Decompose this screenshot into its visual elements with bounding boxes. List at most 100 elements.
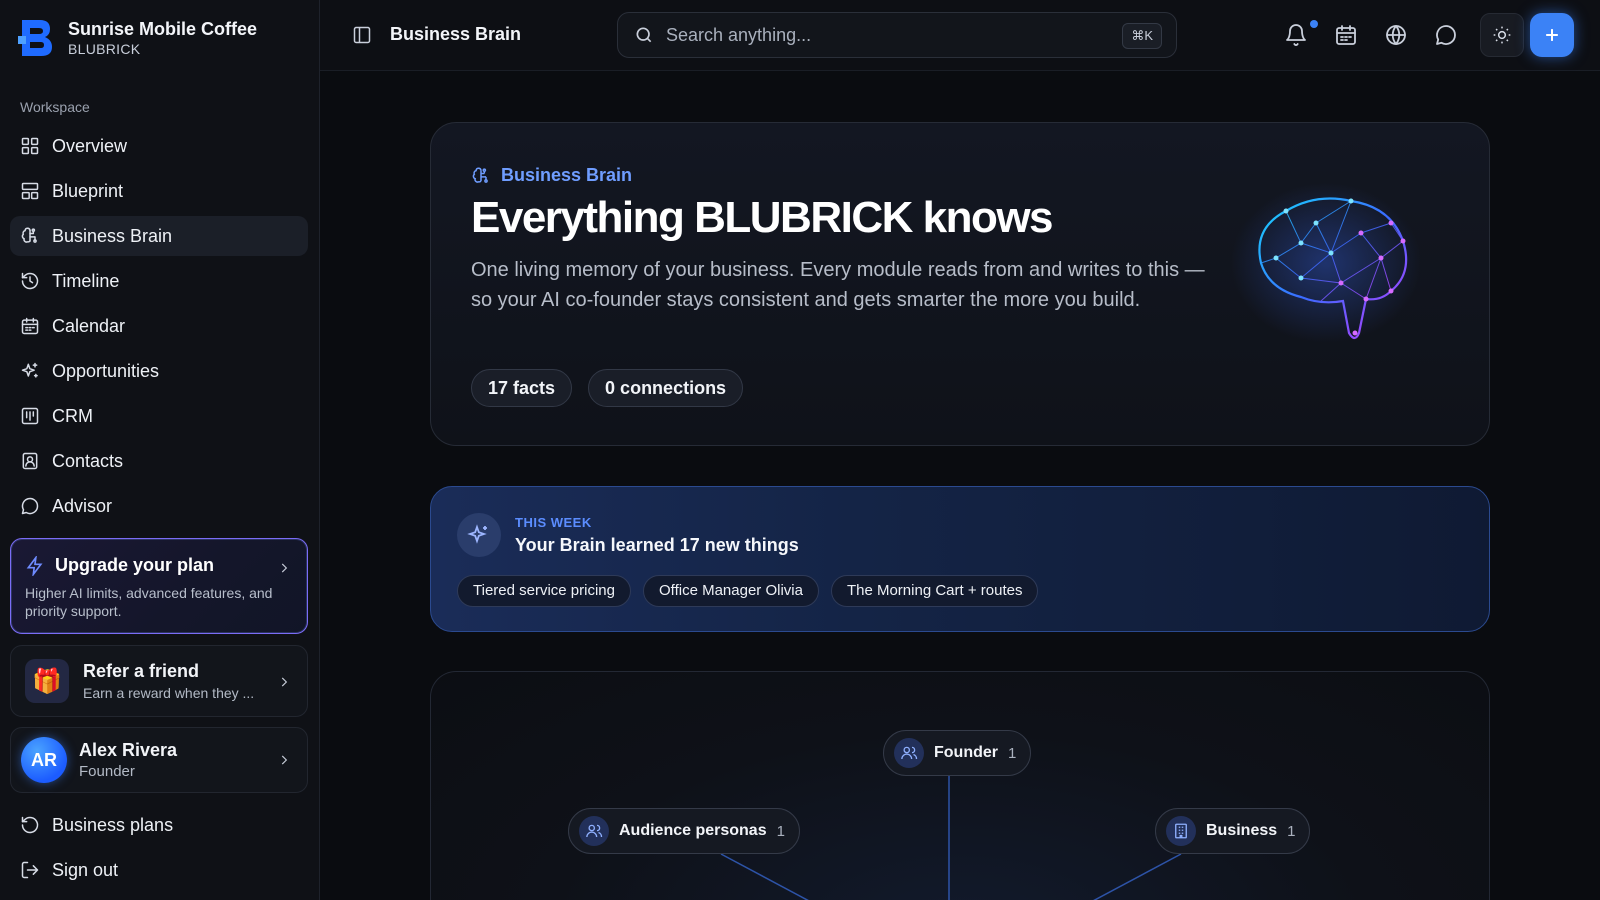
hero-title: Everything BLUBRICK knows [471, 193, 1054, 242]
calendar-icon [21, 317, 39, 335]
upgrade-title-text: Upgrade your plan [55, 555, 215, 575]
graph-node-founder[interactable]: Founder 1 [883, 730, 1032, 776]
graph-node-count: 1 [1287, 822, 1296, 840]
chat-icon[interactable] [1434, 23, 1458, 47]
sidebar-item-label: Advisor [52, 495, 113, 516]
graph-node-label: Audience personas [619, 822, 767, 839]
globe-icon[interactable] [1384, 23, 1408, 47]
sidebar-item-blueprint[interactable]: Blueprint [10, 171, 308, 211]
sidebar: Sunrise Mobile Coffee BLUBRICK Workspace… [0, 0, 320, 900]
layout-icon [21, 182, 39, 200]
main-content: Business Brain Everything BLUBRICK knows… [320, 71, 1600, 900]
sidebar-item-advisor[interactable]: Advisor [10, 486, 308, 526]
building-icon [1166, 816, 1196, 846]
grid-icon [21, 137, 39, 155]
brain-icon [472, 167, 488, 183]
chat-icon [21, 497, 39, 515]
contact-icon [22, 452, 38, 470]
sidebar-item-label: Sign out [52, 859, 119, 880]
connections-count-chip[interactable]: 0 connections [588, 369, 744, 407]
sidebar-item-contacts[interactable]: Contacts [10, 441, 308, 481]
avatar: AR [21, 737, 67, 783]
workspace-name: Sunrise Mobile Coffee [68, 19, 258, 39]
chevron-right-icon [281, 755, 288, 765]
chevron-right-icon [281, 677, 288, 687]
notification-dot [1310, 20, 1318, 28]
sun-icon [1493, 26, 1511, 44]
app-root: Sunrise Mobile Coffee BLUBRICK Workspace… [0, 0, 1600, 900]
search-icon [636, 27, 652, 43]
refer-subtitle: Earn a reward when they ... [83, 685, 255, 701]
chevron-right-icon [281, 563, 288, 573]
upgrade-title: Upgrade your plan [25, 555, 293, 576]
sparkles-icon [457, 513, 501, 557]
users-icon [579, 816, 609, 846]
facts-count-chip[interactable]: 17 facts [471, 369, 573, 407]
sidebar-item-label: Opportunities [52, 360, 160, 381]
hero-tag-label: Business Brain [501, 165, 633, 185]
user-name: Alex Rivera [79, 740, 178, 760]
sidebar-item-label: Business Brain [52, 225, 173, 246]
graph-node-count: 1 [1008, 744, 1017, 762]
theme-toggle-button[interactable] [1480, 13, 1524, 57]
graph-connections [720, 776, 1182, 900]
sidebar-item-label: Overview [52, 135, 128, 156]
learned-item-chip[interactable]: The Morning Cart + routes [830, 575, 1039, 607]
upgrade-plan-card[interactable]: Upgrade your plan Higher AI limits, adva… [10, 538, 308, 634]
plus-icon [1546, 29, 1558, 41]
sidebar-item-overview[interactable]: Overview [10, 126, 308, 166]
user-role: Founder [79, 763, 135, 780]
search-shortcut-badge: ⌘K [1122, 23, 1162, 49]
search-placeholder: Search anything... [666, 24, 812, 45]
graph-node-label: Founder [934, 744, 998, 761]
upgrade-description: Higher AI limits, advanced features, and… [25, 585, 273, 619]
sidebar-item-calendar[interactable]: Calendar [10, 306, 308, 346]
users-icon [894, 738, 924, 768]
calendar-icon[interactable] [1334, 23, 1358, 47]
sidebar-item-label: Blueprint [52, 180, 124, 201]
graph-node-business[interactable]: Business 1 [1155, 808, 1311, 854]
brand-text: Sunrise Mobile Coffee BLUBRICK [68, 18, 257, 58]
brain-hero-card: Business Brain Everything BLUBRICK knows… [430, 122, 1490, 446]
sidebar-item-sign-out[interactable]: Sign out [10, 850, 308, 890]
sidebar-item-label: Contacts [52, 450, 124, 471]
page-title: Business Brain [390, 24, 522, 44]
refer-title: Refer a friend [83, 661, 200, 681]
learned-item-chip[interactable]: Office Manager Olivia [643, 575, 819, 607]
graph-node-audience-personas[interactable]: Audience personas 1 [568, 808, 800, 854]
sidebar-item-timeline[interactable]: Timeline [10, 261, 308, 301]
this-week-label: THIS WEEK [515, 515, 592, 530]
sidebar-item-crm[interactable]: CRM [10, 396, 308, 436]
workspace-subtitle: BLUBRICK [68, 41, 141, 57]
kanban-icon [21, 407, 39, 425]
user-info: Alex Rivera Founder [79, 740, 177, 780]
sidebar-item-label: Timeline [52, 270, 120, 291]
gift-icon: 🎁 [25, 659, 69, 703]
sidebar-item-business-plans[interactable]: Business plans [10, 805, 308, 845]
hero-description: One living memory of your business. Ever… [471, 259, 1205, 311]
user-profile-card[interactable]: AR Alex Rivera Founder [10, 727, 308, 793]
create-new-button[interactable] [1530, 13, 1574, 57]
knowledge-graph: Founder 1 Audience personas 1 Business 1 [430, 671, 1490, 900]
blubrick-logo-icon [18, 20, 52, 56]
sidebar-item-opportunities[interactable]: Opportunities [10, 351, 308, 391]
search-input[interactable]: Search anything... ⌘K [617, 12, 1177, 58]
hero-stats: 17 facts 0 connections [471, 369, 744, 407]
sidebar-toggle-icon[interactable] [352, 25, 372, 45]
sidebar-nav: Overview Blueprint Business Brain Timeli… [10, 126, 308, 531]
brand[interactable]: Sunrise Mobile Coffee BLUBRICK [16, 16, 257, 60]
refer-friend-card[interactable]: 🎁 Refer a friend Earn a reward when they… [10, 645, 308, 717]
this-week-title: Your Brain learned 17 new things [515, 535, 799, 555]
sidebar-item-label: CRM [52, 405, 93, 426]
brain-illustration-icon [1231, 183, 1421, 343]
section-label-workspace: Workspace [20, 99, 90, 115]
sidebar-item-business-brain[interactable]: Business Brain [10, 216, 308, 256]
lightning-icon [26, 555, 43, 576]
topbar: Business Brain Search anything... ⌘K [320, 0, 1600, 71]
graph-node-count: 1 [776, 822, 785, 840]
history-icon [21, 272, 39, 290]
learned-item-chip[interactable]: Tiered service pricing [457, 575, 631, 607]
bell-icon[interactable] [1284, 23, 1308, 47]
brain-icon [21, 227, 37, 243]
hero-tag: Business Brain [471, 165, 632, 186]
